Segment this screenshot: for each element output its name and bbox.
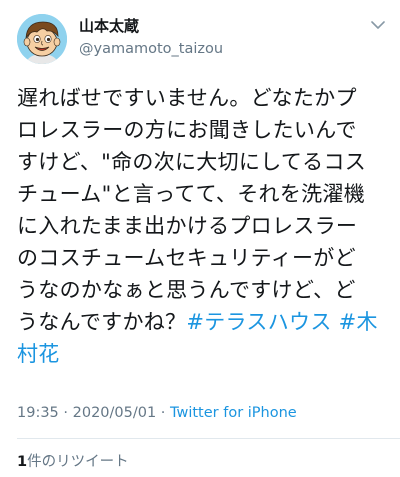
author-names: 山本太蔵 @yamamoto_taizou xyxy=(79,16,223,59)
tweet-line-with-hashtags: 村花 xyxy=(17,338,389,370)
tweet-line-text: うなんですかね？ xyxy=(17,310,187,334)
tweet-line: すけど、"命の次に大切にしてるコス xyxy=(17,150,367,174)
tweet-line: のコスチュームセキュリティーがど xyxy=(17,246,356,270)
tweet-line: チューム"と言ってて、それを洗濯機 xyxy=(17,182,366,206)
hashtag-link-kimura-hana-continued[interactable]: 村花 xyxy=(17,342,60,366)
tweet-line: ロレスラーの方にお聞きしたいんで xyxy=(17,118,357,142)
tweet-header: 山本太蔵 @yamamoto_taizou xyxy=(17,14,387,66)
tweet-line-with-hashtags: うなんですかね？#テラスハウス #木 xyxy=(17,306,389,338)
author-display-name[interactable]: 山本太蔵 xyxy=(79,16,223,36)
tweet-meta: 19:35 · 2020/05/01 · Twitter for iPhone xyxy=(17,403,297,423)
hashtag-link-terrace-house[interactable]: #テラスハウス xyxy=(186,310,331,334)
chevron-down-icon[interactable] xyxy=(369,16,387,34)
tweet-timestamp[interactable]: 19:35 · 2020/05/01 · xyxy=(17,405,170,421)
avatar[interactable] xyxy=(17,14,67,64)
tweet-line: うなのかなぁと思うんですけど、ど xyxy=(17,278,356,302)
cartoon-face-avatar-icon xyxy=(17,14,67,64)
tweet-source-link[interactable]: Twitter for iPhone xyxy=(170,405,297,421)
tweet-line: に入れたまま出かけるプロレスラー xyxy=(17,214,358,238)
author-handle[interactable]: @yamamoto_taizou xyxy=(79,39,223,59)
retweet-label: 件のリツイート xyxy=(27,454,129,470)
tweet-line: 遅ればせですいません。どなたかプ xyxy=(17,86,357,110)
retweet-count: 1 xyxy=(17,454,28,470)
retweet-stat[interactable]: 1件のリツイート xyxy=(17,452,129,472)
hashtag-link-kimura-hana[interactable]: #木 xyxy=(339,310,378,334)
tweet-text: 遅ればせですいません。どなたかプ ロレスラーの方にお聞きしたいんで すけど、"命… xyxy=(17,82,389,370)
divider xyxy=(17,438,400,439)
